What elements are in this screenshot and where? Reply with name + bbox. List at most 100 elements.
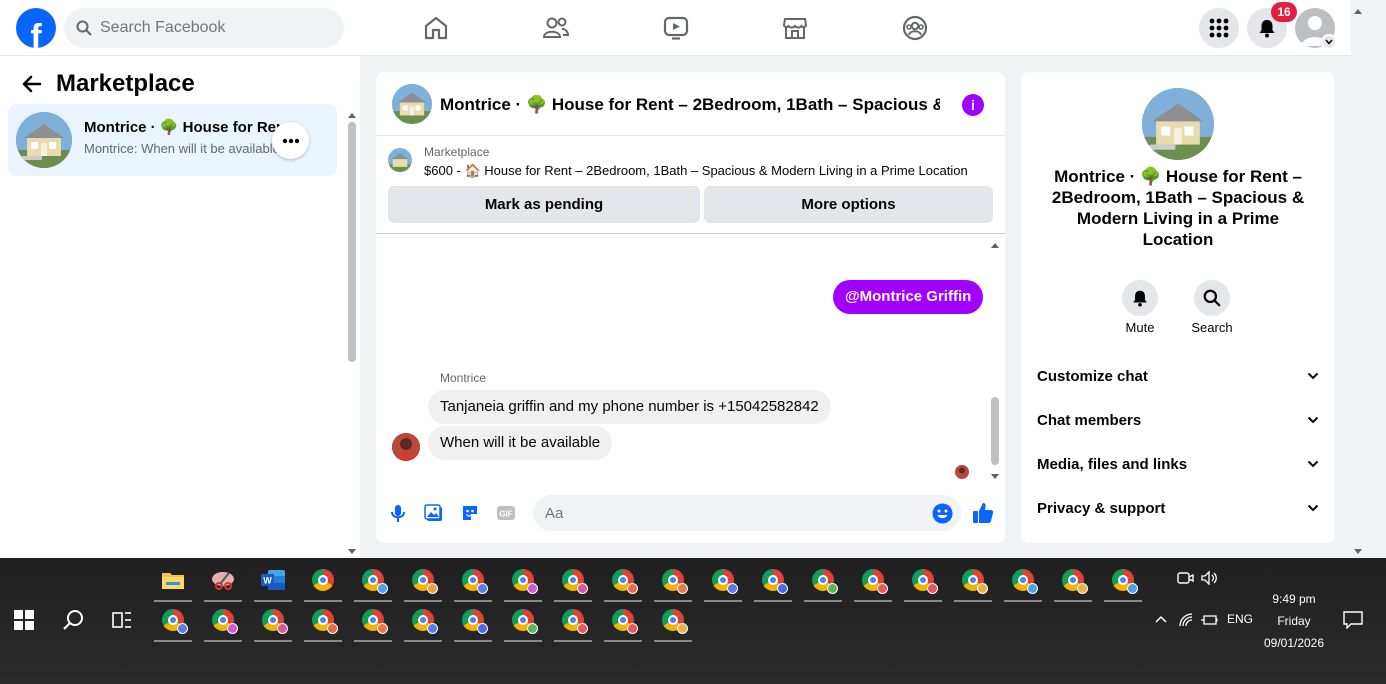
svg-text:GIF: GIF	[499, 510, 512, 519]
incoming-message[interactable]: Tanjaneia griffin and my phone number is…	[428, 390, 831, 424]
nav-home[interactable]	[416, 12, 456, 44]
tray-meet-icon[interactable]	[1176, 570, 1194, 586]
attach-photo-button[interactable]	[424, 503, 444, 523]
menu-button[interactable]	[1199, 8, 1239, 48]
left-scrollbar-thumb[interactable]	[348, 122, 356, 362]
outgoing-message[interactable]: @Montrice Griffin	[833, 280, 984, 314]
page-scrollbar[interactable]	[1351, 0, 1386, 558]
gif-button[interactable]: GIF	[496, 503, 516, 523]
chat-title[interactable]: Montrice · 🌳 House for Rent – 2Bedroom, …	[440, 95, 940, 115]
tray-network-icon[interactable]	[1178, 612, 1194, 628]
account-dropdown[interactable]	[1321, 34, 1337, 50]
voice-clip-button[interactable]	[388, 503, 408, 523]
taskbar-search-button[interactable]	[62, 609, 84, 631]
chrome-icon	[612, 569, 638, 594]
chrome-window-taskbar[interactable]	[504, 562, 542, 602]
snipping-tool-taskbar[interactable]	[204, 562, 242, 602]
show-hidden-icons-button[interactable]	[1153, 612, 1169, 628]
section-label: Chat members	[1037, 411, 1142, 429]
word-taskbar[interactable]: W	[254, 562, 292, 602]
chrome-window-taskbar[interactable]	[604, 562, 642, 602]
chrome-window-taskbar[interactable]	[904, 562, 942, 602]
more-options-button[interactable]: More options	[704, 186, 993, 223]
nav-video[interactable]	[656, 12, 696, 44]
conversation-more-button[interactable]	[272, 122, 309, 159]
chrome-window-taskbar[interactable]	[254, 602, 292, 642]
chrome-window-taskbar[interactable]	[1054, 562, 1092, 602]
chrome-window-taskbar[interactable]	[354, 562, 392, 602]
active-indicator	[304, 640, 342, 642]
chrome-window-taskbar[interactable]	[654, 602, 692, 642]
chrome-window-taskbar[interactable]	[304, 602, 342, 642]
like-send-button[interactable]	[972, 501, 994, 525]
taskbar-clock[interactable]: 9:49 pm Friday 09/01/2026	[1250, 588, 1338, 654]
chrome-window-taskbar[interactable]	[604, 602, 642, 642]
nav-friends[interactable]	[536, 12, 576, 44]
chrome-window-taskbar[interactable]	[454, 562, 492, 602]
chrome-window-taskbar[interactable]	[204, 602, 242, 642]
sticker-button[interactable]	[460, 503, 480, 523]
chrome-window-taskbar[interactable]	[504, 602, 542, 642]
chat-members-section[interactable]: Chat members	[1029, 400, 1327, 440]
mute-button[interactable]	[1122, 280, 1158, 316]
chrome-window-taskbar[interactable]	[654, 562, 692, 602]
chrome-window-taskbar[interactable]	[854, 562, 892, 602]
mark-as-pending-button[interactable]: Mark as pending	[388, 186, 700, 223]
incoming-message[interactable]: When will it be available	[428, 426, 613, 460]
chrome-window-taskbar[interactable]	[754, 562, 792, 602]
chrome-window-taskbar[interactable]	[1104, 562, 1142, 602]
start-button[interactable]	[14, 610, 34, 630]
task-view-button[interactable]	[112, 610, 132, 630]
chat-scroll-up[interactable]	[990, 238, 1000, 248]
listing-summary[interactable]: $600 - 🏠 House for Rent – 2Bedroom, 1Bat…	[424, 163, 968, 179]
left-scroll-down[interactable]	[347, 543, 357, 554]
chrome-icon	[762, 569, 788, 594]
chrome-window-taskbar[interactable]	[954, 562, 992, 602]
chrome-window-taskbar[interactable]	[554, 602, 592, 642]
chrome-window-taskbar[interactable]	[354, 602, 392, 642]
chat-scroll-down[interactable]	[990, 468, 1000, 479]
profile-badge-icon	[577, 623, 588, 634]
chrome-window-taskbar[interactable]	[154, 602, 192, 642]
emoji-button[interactable]	[932, 503, 953, 524]
message-input[interactable]	[545, 504, 915, 522]
sender-avatar[interactable]	[392, 433, 420, 461]
tray-volume-icon[interactable]	[1200, 570, 1218, 586]
chat-header-avatar[interactable]	[392, 84, 432, 124]
listing-thumbnail[interactable]	[388, 148, 412, 172]
file-explorer-taskbar[interactable]	[154, 562, 192, 602]
chrome-window-taskbar[interactable]	[304, 562, 342, 602]
image-icon	[424, 504, 442, 521]
page-scroll-down[interactable]	[1353, 543, 1363, 554]
left-scroll-up[interactable]	[347, 108, 357, 118]
tray-battery-icon[interactable]	[1200, 612, 1218, 628]
search-bar[interactable]	[64, 8, 344, 48]
page-scroll-up[interactable]	[1353, 4, 1363, 14]
facebook-logo[interactable]: f	[16, 8, 56, 48]
triangle-up-icon	[1354, 9, 1362, 14]
house-photo-icon	[16, 112, 72, 168]
action-center-button[interactable]	[1343, 611, 1363, 630]
message-input-box[interactable]	[533, 495, 961, 531]
chrome-window-taskbar[interactable]	[804, 562, 842, 602]
nav-groups[interactable]	[895, 12, 935, 44]
customize-chat-section[interactable]: Customize chat	[1029, 356, 1327, 396]
nav-marketplace[interactable]	[775, 12, 815, 44]
chrome-window-taskbar[interactable]	[404, 602, 442, 642]
search-input[interactable]	[100, 19, 320, 37]
active-indicator	[1104, 600, 1142, 602]
chat-scrollbar-thumb[interactable]	[991, 397, 999, 465]
chrome-window-taskbar[interactable]	[1004, 562, 1042, 602]
chrome-window-taskbar[interactable]	[554, 562, 592, 602]
chrome-window-taskbar[interactable]	[704, 562, 742, 602]
info-icon[interactable]: i	[962, 94, 984, 116]
clock-time: 9:49 pm	[1272, 592, 1316, 606]
chrome-window-taskbar[interactable]	[404, 562, 442, 602]
privacy-support-section[interactable]: Privacy & support	[1029, 488, 1327, 528]
chrome-window-taskbar[interactable]	[454, 602, 492, 642]
search-in-conversation-button[interactable]	[1194, 280, 1230, 316]
divider	[376, 233, 1005, 234]
details-avatar[interactable]	[1142, 88, 1214, 160]
media-files-links-section[interactable]: Media, files and links	[1029, 444, 1327, 484]
back-button[interactable]	[20, 72, 44, 96]
